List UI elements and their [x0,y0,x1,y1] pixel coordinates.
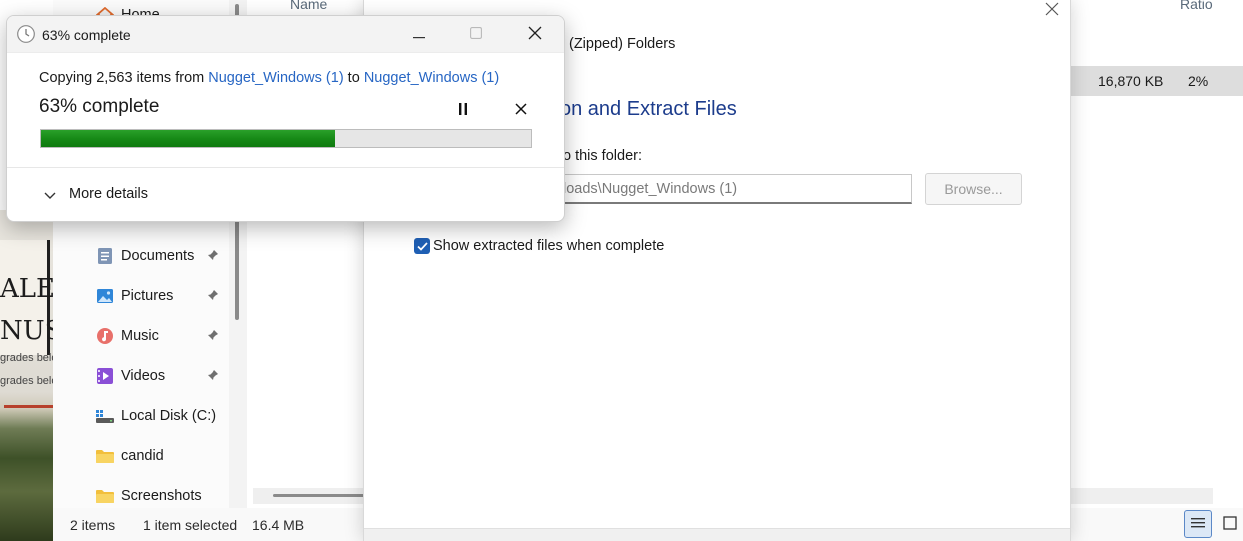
wizard-close-button[interactable] [1040,0,1064,22]
copy-description-middle: to [343,70,364,86]
nav-item-label: candid [121,448,164,464]
percent-complete-label: 63% complete [39,96,160,117]
videos-icon [95,366,115,386]
checkmark-icon [416,238,428,254]
item-count: 2 items [70,516,116,533]
destination-folder-link[interactable]: Nugget_Windows (1) [364,70,499,86]
minimize-icon [413,26,425,42]
source-folder-link[interactable]: Nugget_Windows (1) [208,70,343,86]
nav-item-music[interactable]: Music [93,321,218,351]
destination-label: o this folder: [563,148,642,164]
sale-sign: ALE NUS [0,240,62,355]
file-size-cell: 16,870 KB [1098,73,1164,89]
chevron-down-icon [43,189,57,199]
more-details-label: More details [69,186,148,202]
pin-icon[interactable] [207,249,219,264]
nav-item-pictures[interactable]: Pictures [93,281,218,311]
dialog-titlebar[interactable]: 63% complete [7,16,564,53]
tiles-view-button[interactable] [1216,510,1243,538]
music-icon [95,326,115,346]
selection-count: 1 item selected [143,516,238,533]
copy-description: Copying 2,563 items from Nugget_Windows … [39,70,499,86]
show-files-label[interactable]: Show extracted files when complete [433,238,664,254]
sign-line: ALE [0,274,56,304]
pause-icon [458,102,468,118]
pin-icon[interactable] [207,369,219,384]
wizard-title: (Zipped) Folders [569,36,676,52]
copy-progress-dialog: 63% complete Copying 2,563 items from Nu… [6,15,565,222]
nav-item-documents[interactable]: Documents [93,241,218,271]
dialog-close-button[interactable] [515,20,555,48]
column-header-name[interactable]: Name [290,0,327,12]
nav-item-candid[interactable]: candid [93,441,164,471]
dialog-divider [7,167,564,168]
maximize-button[interactable] [456,20,496,48]
horizontal-scrollbar-thumb[interactable] [273,494,373,497]
sign-small-text: grades belo [0,352,58,364]
pictures-icon [95,286,115,306]
nav-item-local-disk[interactable]: Local Disk (C:) [93,401,216,431]
tiles-view-icon [1223,515,1237,533]
maximize-icon [470,26,482,42]
folder-icon [95,486,115,506]
drive-icon [95,406,115,426]
minimize-button[interactable] [399,20,439,48]
chair-shape [4,405,54,425]
documents-icon [95,246,115,266]
nav-item-label: Videos [121,368,166,384]
close-icon [515,102,527,118]
pin-icon[interactable] [207,289,219,304]
clock-icon [16,24,36,44]
ratio-cell: 2% [1188,73,1209,89]
nav-item-label: Local Disk (C:) [121,408,217,424]
dialog-title: 63% complete [42,27,131,43]
details-view-icon [1191,516,1205,532]
sign-small-text: grades belo [0,375,58,387]
nav-item-label: Pictures [121,288,174,304]
pause-button[interactable] [451,98,475,122]
details-view-button[interactable] [1184,510,1212,538]
more-details-toggle[interactable]: More details [43,186,148,202]
pin-icon[interactable] [207,329,219,344]
close-icon [1045,0,1059,21]
copy-description-prefix: Copying 2,563 items from [39,70,209,86]
copy-progress-bar [40,129,532,148]
copy-progress-fill [41,130,335,147]
nav-item-screenshots[interactable]: Screenshots [93,481,202,511]
nav-item-videos[interactable]: Videos [93,361,218,391]
close-icon [528,26,542,43]
folder-icon [95,446,115,466]
show-files-checkbox[interactable] [414,238,430,254]
wizard-footer [364,528,1070,541]
column-header-ratio[interactable]: Ratio [1180,0,1213,12]
destination-path-input[interactable]: loads\Nugget_Windows (1) [554,174,912,204]
selection-size: 16.4 MB [252,516,305,533]
browse-button[interactable]: Browse... [925,173,1022,205]
nav-item-label: Documents [121,248,195,264]
nav-item-label: Music [121,328,159,344]
cancel-copy-button[interactable] [509,98,533,122]
nav-item-label: Screenshots [121,488,202,504]
wizard-heading: on and Extract Files [560,98,737,120]
